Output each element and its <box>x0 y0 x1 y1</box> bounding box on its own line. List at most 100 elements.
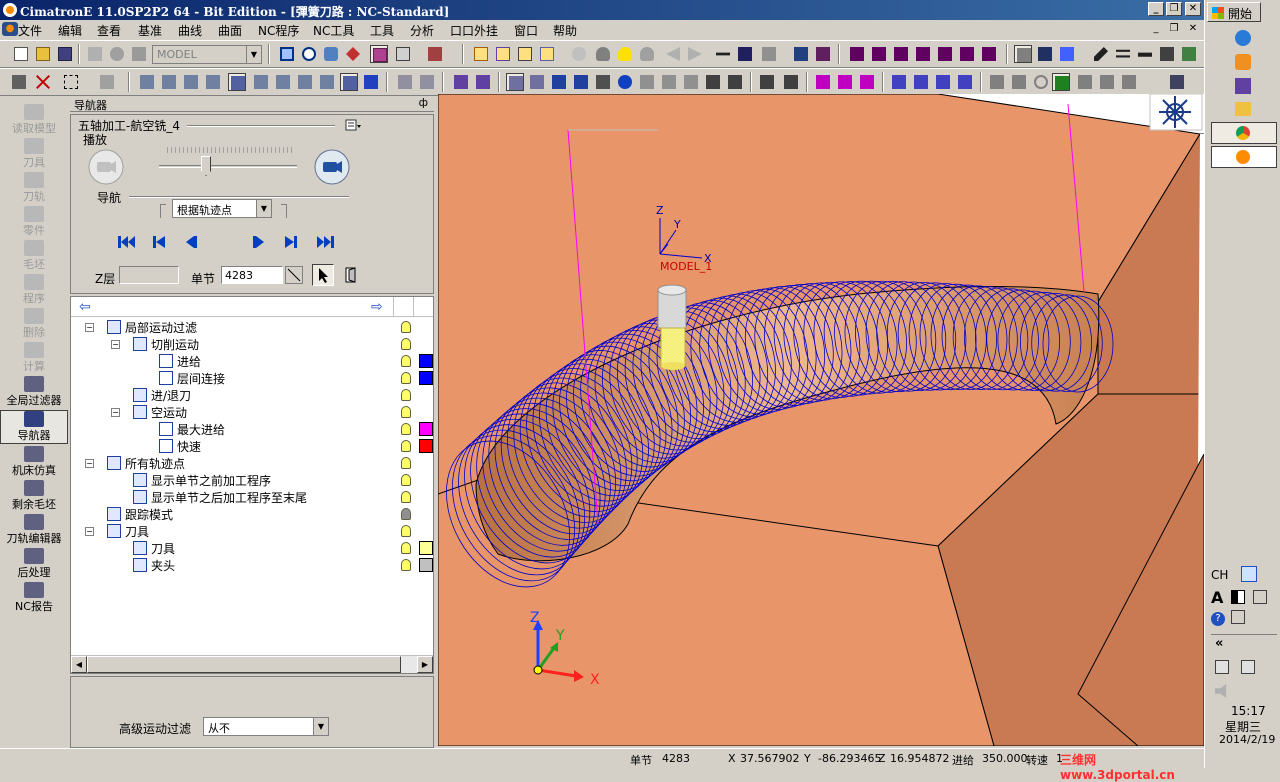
nc-op12-icon[interactable] <box>396 73 414 91</box>
zlayer-field[interactable] <box>119 266 179 284</box>
tree-node[interactable]: 最大进给 <box>159 421 225 438</box>
tree-expander[interactable]: − <box>111 408 120 417</box>
color-swatch[interactable] <box>419 422 433 436</box>
folder-icon[interactable] <box>1235 102 1251 116</box>
view-cube-icon[interactable] <box>370 45 388 63</box>
filter-icon[interactable] <box>98 73 116 91</box>
task-chrome[interactable] <box>1211 122 1277 144</box>
nc-op1-icon[interactable] <box>138 73 156 91</box>
wizard-toolpath[interactable]: 刀轨 <box>0 172 68 206</box>
pick-box-icon[interactable] <box>62 73 80 91</box>
nc-op2-icon[interactable] <box>160 73 178 91</box>
path-icon[interactable] <box>814 73 832 91</box>
menu-file[interactable]: 文件 <box>18 22 42 39</box>
brush-icon[interactable] <box>1158 45 1176 63</box>
nc-op6-icon[interactable] <box>252 73 270 91</box>
stock-display-icon[interactable] <box>494 45 512 63</box>
step-forward-icon[interactable] <box>252 236 266 248</box>
block-field[interactable]: 4283 <box>221 266 283 284</box>
clock-time[interactable]: 15:17 <box>1231 704 1266 718</box>
table-icon[interactable] <box>1036 45 1054 63</box>
help-icon[interactable]: ? <box>1211 612 1225 626</box>
prev-block-icon[interactable] <box>152 236 166 248</box>
menu-datum[interactable]: 基准 <box>138 22 162 39</box>
view-left-icon[interactable] <box>958 45 976 63</box>
restore-button[interactable]: ❐ <box>1166 2 1182 16</box>
tree-icon[interactable] <box>792 45 810 63</box>
part-display-icon[interactable] <box>516 45 534 63</box>
measure-icon[interactable] <box>736 45 754 63</box>
collapse-tray-button[interactable]: « <box>1215 636 1223 651</box>
view-right-icon[interactable] <box>914 45 932 63</box>
nc-op8-icon[interactable] <box>296 73 314 91</box>
tree-hscrollbar[interactable]: ◀ ▶ <box>71 655 433 673</box>
menu-help[interactable]: 帮助 <box>553 22 577 39</box>
menu-view[interactable]: 查看 <box>97 22 121 39</box>
wizard-toolpath-editor[interactable]: 刀轨编辑器 <box>0 514 68 548</box>
tree-node[interactable]: 进/退刀 <box>133 387 191 404</box>
visibility-bulb-icon[interactable] <box>401 508 411 520</box>
task-cimatron[interactable] <box>1211 146 1277 168</box>
minimize-button[interactable]: _ <box>1148 2 1164 16</box>
visibility-bulb-icon[interactable] <box>401 559 411 571</box>
tree-node[interactable]: 刀具 <box>107 523 149 540</box>
nc-op4-icon[interactable] <box>204 73 222 91</box>
scroll-left-button[interactable]: ◀ <box>71 656 87 673</box>
wizard-part[interactable]: 零件 <box>0 206 68 240</box>
wizard-delete[interactable]: 删除 <box>0 308 68 342</box>
ie-icon[interactable] <box>1235 30 1251 46</box>
info-icon[interactable] <box>616 73 634 91</box>
exit-icon[interactable] <box>343 266 359 284</box>
path2-icon[interactable] <box>836 73 854 91</box>
tree-node[interactable]: 夹头 <box>133 557 175 574</box>
nc-op14-icon[interactable] <box>638 73 656 91</box>
back-icon[interactable] <box>664 45 682 63</box>
nc-op9-icon[interactable] <box>318 73 336 91</box>
volume-icon[interactable] <box>1215 684 1227 698</box>
visibility-bulb-icon[interactable] <box>401 355 411 367</box>
nc-op13-icon[interactable] <box>418 73 436 91</box>
speed-slider-track[interactable] <box>159 165 297 168</box>
visibility-bulb-icon[interactable] <box>401 491 411 503</box>
render-icon[interactable] <box>426 45 444 63</box>
view-iso-icon[interactable] <box>848 45 866 63</box>
view-cube-icon[interactable] <box>1159 96 1191 128</box>
close-button[interactable]: ✕ <box>1185 2 1201 16</box>
wizard-program[interactable]: 程序 <box>0 274 68 308</box>
last-icon[interactable] <box>316 236 334 248</box>
tree-node[interactable]: 显示单节之后加工程序至末尾 <box>133 489 307 506</box>
view-front-icon[interactable] <box>892 45 910 63</box>
network-icon[interactable] <box>1241 660 1255 674</box>
bulb-on-icon[interactable] <box>616 45 634 63</box>
model-combo[interactable]: MODEL ▼ <box>152 45 262 64</box>
tree-expander[interactable]: − <box>85 459 94 468</box>
axis2-icon[interactable] <box>912 73 930 91</box>
pan-icon[interactable] <box>344 45 362 63</box>
select-icon[interactable] <box>10 73 28 91</box>
doc-icon[interactable]: ● <box>2 22 18 36</box>
wizard-nc-report[interactable]: NC报告 <box>0 582 68 616</box>
graphics-viewport[interactable]: Z Y X MODEL_1 Z Y X <box>438 94 1204 746</box>
cloud-icon[interactable] <box>108 45 126 63</box>
color-swatch[interactable] <box>419 354 433 368</box>
contrast-icon[interactable] <box>1231 590 1245 604</box>
tree-node[interactable]: 进给 <box>159 353 201 370</box>
wizard-post-process[interactable]: 后处理 <box>0 548 68 582</box>
shading-icon[interactable] <box>394 45 412 63</box>
tool-display-icon[interactable] <box>472 45 490 63</box>
menu-window[interactable]: 窗口 <box>514 22 538 39</box>
nc-op17-icon[interactable] <box>704 73 722 91</box>
visibility-bulb-icon[interactable] <box>401 525 411 537</box>
bulb-off-icon[interactable] <box>638 45 656 63</box>
new-file-icon[interactable] <box>12 45 30 63</box>
mdi-minimize-button[interactable]: _ <box>1148 22 1164 36</box>
axis4-icon[interactable] <box>956 73 974 91</box>
light-icon[interactable] <box>570 45 588 63</box>
next-block-icon[interactable] <box>284 236 298 248</box>
view-top-icon[interactable] <box>870 45 888 63</box>
pick-point-icon[interactable] <box>312 264 334 286</box>
line-weight-icon[interactable] <box>1136 45 1154 63</box>
nc-op10-icon[interactable] <box>340 73 358 91</box>
tree-back-icon[interactable]: ⇦ <box>79 299 91 315</box>
check-icon[interactable] <box>758 73 776 91</box>
